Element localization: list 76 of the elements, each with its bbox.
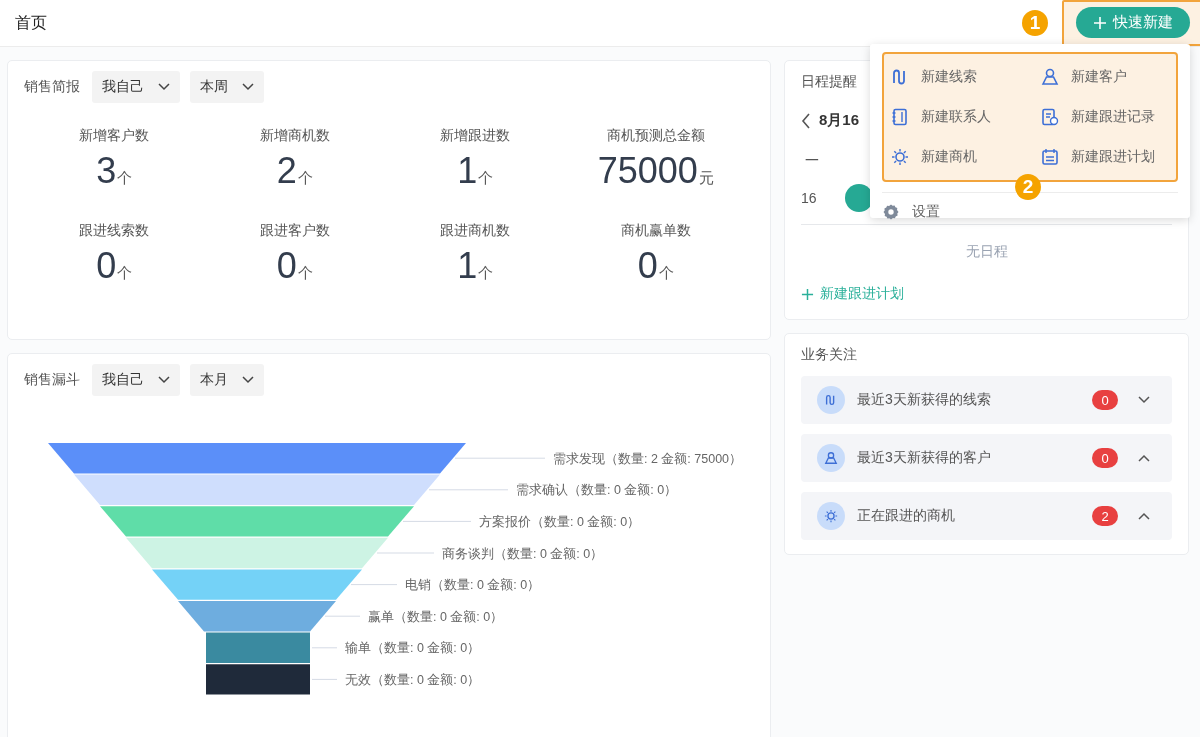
focus-item[interactable]: 最近3天新获得的客户 0 bbox=[801, 434, 1172, 482]
stat-value: 2个 bbox=[276, 149, 313, 193]
menu-item[interactable]: 新建商机 bbox=[891, 137, 1041, 177]
chevron-down-icon[interactable] bbox=[1138, 396, 1150, 404]
settings-menu-item[interactable]: 设置 bbox=[882, 193, 940, 231]
chevron-down-icon bbox=[242, 83, 254, 91]
card-title: 销售简报 bbox=[24, 78, 80, 96]
stat-value: 1个 bbox=[457, 149, 494, 193]
filter-dropdown[interactable]: 我自己 bbox=[92, 71, 180, 103]
empty-message: 无日程 bbox=[965, 243, 1008, 261]
focus-item[interactable]: 最近3天新获得的线索 0 bbox=[801, 376, 1172, 424]
stat-label: 新增商机数 bbox=[259, 127, 330, 145]
document-clock-icon bbox=[1041, 108, 1059, 126]
settings-icon bbox=[882, 203, 900, 221]
chevron-down-icon bbox=[158, 83, 170, 91]
date-label: 8月16 bbox=[819, 111, 860, 130]
focus-item[interactable]: 正在跟进的商机 2 bbox=[801, 492, 1172, 540]
chevron-down-icon bbox=[158, 376, 170, 384]
leader-line bbox=[402, 520, 472, 522]
card-title: 业务关注 bbox=[801, 346, 857, 364]
person-icon bbox=[1041, 68, 1059, 86]
focus-label: 最近3天新获得的线索 bbox=[857, 391, 992, 409]
sun-icon bbox=[891, 148, 909, 166]
contact-book-icon bbox=[891, 108, 909, 126]
stat-value: 1个 bbox=[457, 244, 494, 288]
stat-value: 0个 bbox=[96, 244, 133, 288]
chevron-up-icon[interactable] bbox=[1138, 454, 1150, 462]
funnel-label: 需求确认（数量: 0 金额: 0） bbox=[516, 483, 678, 498]
count-badge: 2 bbox=[1092, 506, 1118, 526]
menu-item[interactable]: 新建跟进记录 bbox=[1041, 97, 1181, 137]
stat-value: 0个 bbox=[637, 244, 674, 288]
funnel-label: 需求发现（数量: 2 金额: 75000） bbox=[553, 451, 743, 466]
stat-label: 新增跟进数 bbox=[440, 127, 511, 145]
route-icon bbox=[817, 386, 845, 414]
funnel-label: 电销（数量: 0 金额: 0） bbox=[405, 578, 541, 593]
stat-value: 3个 bbox=[96, 149, 133, 193]
chevron-left-icon[interactable] bbox=[801, 112, 811, 129]
leader-line bbox=[311, 678, 338, 680]
stat-label: 跟进线索数 bbox=[79, 222, 150, 240]
stat-value: 0个 bbox=[276, 244, 313, 288]
funnel-label: 赢单（数量: 0 金额: 0） bbox=[368, 609, 504, 624]
plus-icon bbox=[801, 287, 814, 301]
stat-label: 跟进商机数 bbox=[440, 222, 511, 240]
calendar-icon bbox=[1041, 148, 1059, 166]
focus-label: 最近3天新获得的客户 bbox=[857, 449, 992, 467]
card-title: 销售漏斗 bbox=[24, 371, 80, 389]
filter-dropdown[interactable]: 我自己 bbox=[92, 364, 180, 396]
chevron-up-icon[interactable] bbox=[1138, 512, 1150, 520]
card-title: 日程提醒 bbox=[801, 73, 857, 91]
count-badge: 0 bbox=[1092, 390, 1118, 410]
count-badge: 0 bbox=[1092, 448, 1118, 468]
menu-item[interactable]: 新建线索 bbox=[891, 57, 1041, 97]
funnel-label: 无效（数量: 0 金额: 0） bbox=[345, 672, 481, 687]
menu-item[interactable]: 新建联系人 bbox=[891, 97, 1041, 137]
menu-item[interactable]: 新建客户 bbox=[1041, 57, 1181, 97]
page-title: 首页 bbox=[15, 12, 47, 33]
funnel-label: 方案报价（数量: 0 金额: 0） bbox=[479, 514, 641, 529]
filter-dropdown[interactable]: 本月 bbox=[190, 364, 264, 396]
stat-label: 跟进客户数 bbox=[259, 222, 330, 240]
stat-label: 商机赢单数 bbox=[620, 222, 691, 240]
chevron-down-icon bbox=[242, 376, 254, 384]
day-number: 16 bbox=[801, 190, 817, 206]
sun-icon bbox=[817, 502, 845, 530]
stat-value: 75000元 bbox=[597, 149, 714, 193]
stat-label: 新增客户数 bbox=[79, 127, 150, 145]
filter-dropdown[interactable]: 本周 bbox=[190, 71, 264, 103]
weekday-label: 一 bbox=[805, 152, 819, 170]
person-icon bbox=[817, 444, 845, 472]
focus-label: 正在跟进的商机 bbox=[857, 507, 956, 525]
today-marker bbox=[844, 184, 873, 212]
funnel-label: 商务谈判（数量: 0 金额: 0） bbox=[442, 546, 604, 561]
leader-line bbox=[350, 584, 398, 586]
stat-label: 商机预测总金额 bbox=[606, 127, 705, 145]
menu-item[interactable]: 新建跟进计划 bbox=[1041, 137, 1181, 177]
funnel-label: 输单（数量: 0 金额: 0） bbox=[345, 641, 481, 656]
plus-icon bbox=[1093, 15, 1107, 30]
